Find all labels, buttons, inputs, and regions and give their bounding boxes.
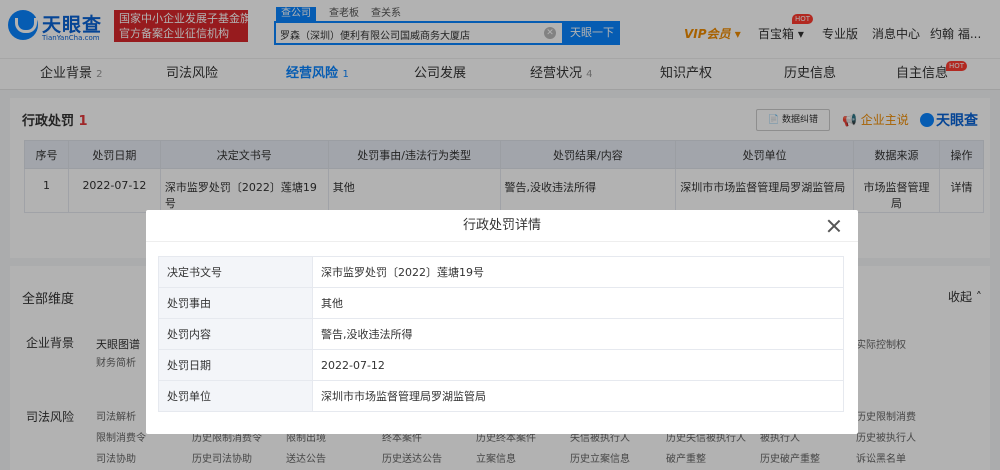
table-row: 处罚事由 其他 — [158, 287, 844, 319]
table-row: 处罚日期 2022-07-12 — [158, 349, 844, 381]
table-row: 决定书文号 深市监罗处罚〔2022〕莲塘19号 — [158, 256, 844, 288]
table-row: 处罚单位 深圳市市场监督管理局罗湖监管局 — [158, 380, 844, 412]
field-label: 决定书文号 — [158, 256, 313, 288]
table-row: 处罚内容 警告,没收违法所得 — [158, 318, 844, 350]
close-icon[interactable] — [826, 218, 842, 234]
field-label: 处罚事由 — [158, 287, 313, 319]
field-value: 警告,没收违法所得 — [312, 318, 844, 350]
penalty-detail-modal: 行政处罚详情 决定书文号 深市监罗处罚〔2022〕莲塘19号 处罚事由 其他 处罚内… — [146, 210, 858, 434]
field-value: 深市监罗处罚〔2022〕莲塘19号 — [312, 256, 844, 288]
field-value: 2022-07-12 — [312, 349, 844, 381]
field-label: 处罚单位 — [158, 380, 313, 412]
field-value: 其他 — [312, 287, 844, 319]
field-label: 处罚日期 — [158, 349, 313, 381]
field-label: 处罚内容 — [158, 318, 313, 350]
detail-table: 决定书文号 深市监罗处罚〔2022〕莲塘19号 处罚事由 其他 处罚内容 警告,没收违… — [158, 256, 844, 412]
field-value: 深圳市市场监督管理局罗湖监管局 — [312, 380, 844, 412]
modal-title: 行政处罚详情 — [146, 210, 858, 242]
